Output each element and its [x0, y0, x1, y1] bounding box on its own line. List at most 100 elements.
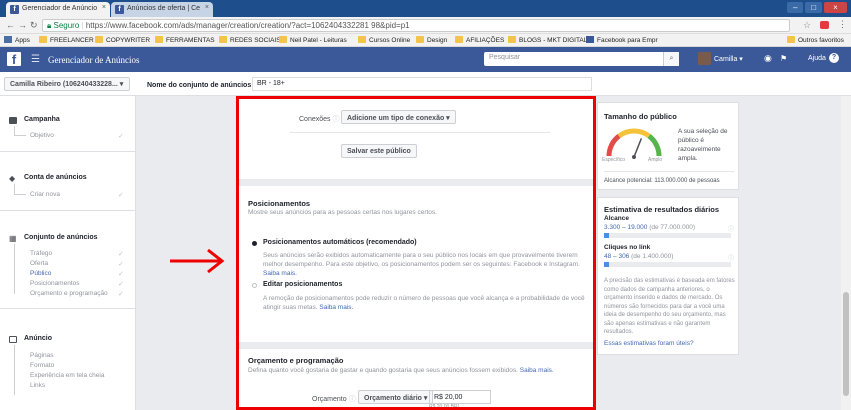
save-audience-button[interactable]: Salvar este público: [341, 144, 417, 158]
sidebar-item-paginas[interactable]: Páginas: [30, 352, 54, 359]
search-icon[interactable]: ⌕: [663, 52, 679, 66]
learn-more-link[interactable]: Saiba mais.: [263, 270, 297, 277]
sidebar-item-experiencia[interactable]: Experiência em tela cheia: [30, 372, 104, 379]
user-name[interactable]: Camilla ▾: [714, 55, 743, 63]
browser-tab[interactable]: f Gerenciador de Anúncio ×: [6, 2, 110, 17]
page-scrollbar[interactable]: [841, 96, 851, 410]
info-icon[interactable]: ⓘ: [728, 253, 734, 262]
address-toolbar: ← → ↻ 🔒︎ Seguro | https://www.facebook.c…: [0, 17, 851, 34]
radio-edit-placements[interactable]: [252, 283, 257, 288]
bookmark-folder[interactable]: BLOGS - MKT DIGITAL: [508, 36, 587, 44]
bookmark-folder[interactable]: COPYWRITER: [95, 36, 150, 44]
forward-icon[interactable]: →: [18, 20, 27, 30]
back-icon[interactable]: ←: [6, 20, 15, 30]
url-text: https://www.facebook.com/ads/manager/cre…: [85, 21, 410, 30]
sidebar-item-publico[interactable]: Público: [30, 270, 51, 277]
bookmark-facebook[interactable]: Facebook para Empr: [586, 36, 658, 44]
bookmark-label: Apps: [15, 37, 30, 44]
browser-tab[interactable]: f Anúncios de oferta | Ce ×: [111, 2, 213, 17]
extension-icon[interactable]: [820, 21, 829, 29]
bookmark-apps[interactable]: Apps: [4, 36, 30, 44]
adset-name-input[interactable]: BR - 18+: [252, 77, 592, 91]
sidebar-section-campanha: Campanha Objetivo ✓: [0, 96, 136, 152]
sidebar-item-oferta[interactable]: Oferta: [30, 260, 48, 267]
facebook-logo-icon[interactable]: f: [7, 52, 21, 67]
tree-line: [14, 194, 26, 195]
hamburger-icon[interactable]: ☰: [31, 54, 40, 65]
bookmark-folder[interactable]: FREELANCER: [39, 36, 94, 44]
bookmark-label: Facebook para Empr: [597, 37, 658, 44]
bookmark-label: Cursos Online: [369, 37, 411, 44]
bookmark-folder[interactable]: Outros favoritos: [787, 36, 844, 44]
edit-placements-label[interactable]: Editar posicionamentos: [263, 281, 342, 288]
bell-icon: ◆: [9, 174, 16, 183]
budget-subtitle: Defina quanto você gostaria de gastar e …: [248, 367, 554, 374]
section-title[interactable]: Conta de anúncios: [24, 174, 87, 181]
checkmark-icon: ✓: [118, 192, 124, 199]
sidebar-item-posicionamentos[interactable]: Posicionamentos: [30, 280, 80, 287]
audience-gauge: [606, 128, 662, 159]
budget-amount-input[interactable]: R$ 20,00: [429, 390, 491, 404]
folder-icon: [416, 36, 424, 43]
star-icon[interactable]: ☆: [803, 20, 811, 31]
estimates-feedback-link[interactable]: Essas estimativas foram úteis?: [604, 340, 694, 347]
info-icon[interactable]: ⓘ: [728, 224, 734, 233]
close-icon[interactable]: ×: [205, 4, 209, 11]
radio-auto-placements[interactable]: [252, 241, 257, 246]
search-input[interactable]: Pesquisar ⌕: [484, 52, 679, 66]
budget-type-dropdown[interactable]: Orçamento diário ▾: [358, 390, 434, 404]
avatar[interactable]: [698, 52, 711, 65]
gauge-right-label: Amplo: [648, 157, 663, 163]
flag-icon[interactable]: ⚑: [780, 54, 787, 63]
account-selector[interactable]: Camilla Ribeiro (106240433228... ▾: [4, 77, 130, 91]
close-icon[interactable]: ×: [102, 4, 106, 11]
help-link[interactable]: Ajuda: [808, 55, 826, 62]
folder-icon: [39, 36, 47, 43]
bookmark-label: Outros favoritos: [798, 37, 844, 44]
menu-icon[interactable]: ⋮: [838, 19, 847, 30]
window-close-button[interactable]: ×: [823, 2, 847, 13]
connections-dropdown[interactable]: Adicione um tipo de conexão ▾: [341, 110, 456, 124]
section-title[interactable]: Conjunto de anúncios: [24, 234, 98, 241]
maximize-button[interactable]: □: [805, 2, 822, 13]
globe-icon[interactable]: ◉: [764, 53, 772, 64]
folder-icon: [219, 36, 227, 43]
bookmark-folder[interactable]: AFILIAÇÕES: [455, 36, 504, 44]
connections-text: Conexões: [299, 116, 331, 123]
section-title[interactable]: Anúncio: [24, 335, 52, 342]
tab-label: Anúncios de oferta | Ce: [127, 5, 201, 12]
scrollbar-thumb[interactable]: [843, 292, 849, 396]
reach-bar-fill: [604, 233, 610, 238]
adset-name-text: Nome do conjunto de anúncios: [147, 82, 252, 89]
folder-icon: [508, 36, 516, 43]
checkmark-icon: ✓: [118, 251, 124, 258]
reach-range: 3.300 – 19.000: [604, 224, 648, 231]
bookmark-folder[interactable]: Design: [416, 36, 447, 44]
folder-icon: [358, 36, 366, 43]
app-title: Gerenciador de Anúncios: [48, 55, 140, 65]
user-name-label: Camilla: [714, 56, 738, 63]
daily-estimates-panel: Estimativa de resultados diários Alcance…: [597, 197, 739, 355]
help-icon[interactable]: ?: [829, 53, 839, 63]
browser-tabstrip: f Gerenciador de Anúncio × f Anúncios de…: [0, 0, 851, 17]
info-icon: ⓘ: [348, 396, 356, 403]
bookmark-folder[interactable]: Neil Patel - Leituras: [279, 36, 347, 44]
sidebar-item-formato[interactable]: Formato: [30, 362, 54, 369]
sidebar-item-orcamento[interactable]: Orçamento e programação: [30, 290, 108, 297]
tree-line: [14, 126, 15, 135]
audience-description: A sua seleção de público é razoavelmente…: [678, 128, 728, 162]
section-title[interactable]: Campanha: [24, 116, 60, 123]
bookmark-folder[interactable]: REDES SOCIAIS: [219, 36, 281, 44]
learn-more-link[interactable]: Saiba mais.: [319, 304, 353, 311]
auto-placements-label[interactable]: Posicionamentos automáticos (recomendado…: [263, 239, 417, 246]
reload-icon[interactable]: ↻: [30, 20, 38, 31]
bookmark-folder[interactable]: FERRAMENTAS: [155, 36, 215, 44]
learn-more-link[interactable]: Saiba mais.: [520, 367, 554, 374]
sidebar-item-links[interactable]: Links: [30, 382, 45, 389]
minimize-button[interactable]: –: [787, 2, 804, 13]
sidebar-item-trafego[interactable]: Tráfego: [30, 250, 52, 257]
sidebar-item-criar-nova[interactable]: Criar nova: [30, 191, 60, 198]
sidebar-item-objetivo[interactable]: Objetivo: [30, 132, 54, 139]
bookmark-folder[interactable]: Cursos Online: [358, 36, 410, 44]
url-bar[interactable]: 🔒︎ Seguro | https://www.facebook.com/ads…: [42, 19, 790, 32]
